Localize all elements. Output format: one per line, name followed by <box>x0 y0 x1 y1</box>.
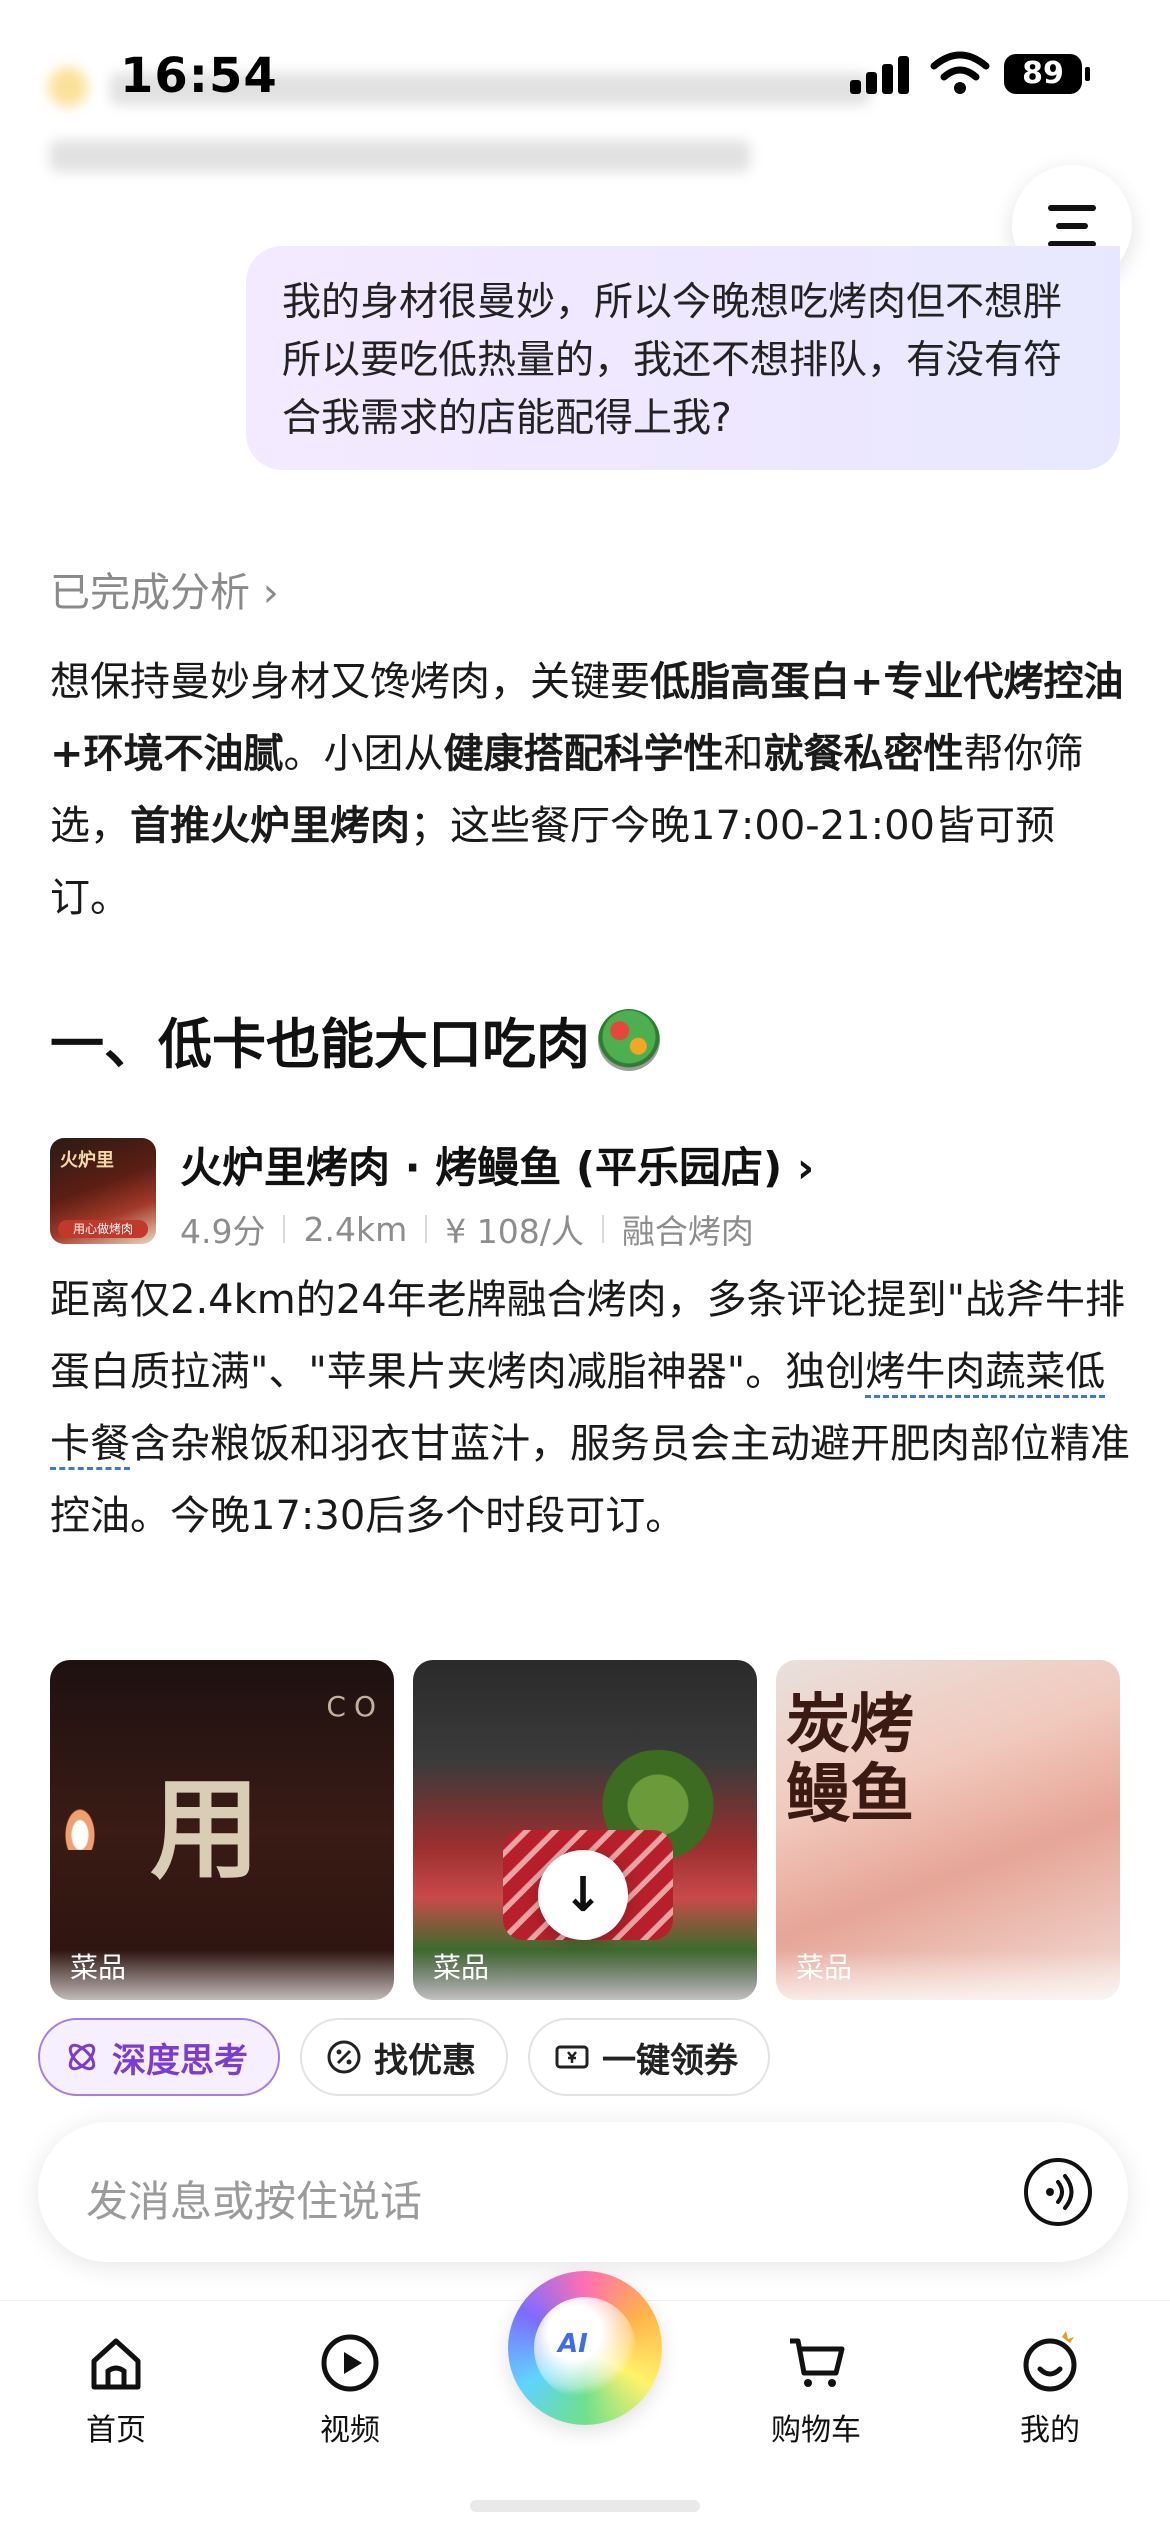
bottom-tab-bar: 首页 视频 AI 购物车 我的 <box>0 2271 1170 2532</box>
dish-photo[interactable]: 菜品 <box>413 1660 757 2000</box>
dish-photos: CO 用 菜品 菜品 炭烤鳗鱼 菜品 <box>50 1660 1120 2000</box>
battery-indicator: 89 <box>1004 54 1090 94</box>
salad-icon <box>598 1008 660 1071</box>
voice-icon <box>1046 2174 1074 2210</box>
shop-rating: 4.9分 <box>180 1212 266 1251</box>
cart-icon <box>790 2338 845 2387</box>
shop-name-link[interactable]: 火炉里烤肉 · 烤鳗鱼 (平乐园店) › <box>180 1134 814 1195</box>
tab-profile[interactable]: 我的 <box>980 2331 1120 2449</box>
voice-button[interactable] <box>1024 2158 1092 2226</box>
assistant-answer: 想保持曼妙身材又馋烤肉，关键要低脂高蛋白+专业代烤控油+环境不油腻。小团从健康搭… <box>50 659 1124 921</box>
input-placeholder: 发消息或按住说话 <box>86 2177 423 2226</box>
ai-assistant-button[interactable]: AI <box>508 2271 662 2425</box>
tab-home[interactable]: 首页 <box>46 2331 186 2449</box>
find-deal-chip[interactable]: 找优惠 <box>300 2018 508 2096</box>
content-fade <box>0 1950 1170 2020</box>
status-time: 16:54 <box>120 48 278 104</box>
tab-video[interactable]: 视频 <box>280 2331 420 2449</box>
section-title: 一、低卡也能大口吃肉 <box>50 1000 660 1079</box>
deep-think-chip[interactable]: 深度思考 <box>38 2018 280 2096</box>
discount-icon <box>327 2040 361 2074</box>
shop-price: ¥ 108/人 <box>445 1212 584 1251</box>
deep-think-icon <box>68 2043 96 2071</box>
menu-icon <box>1048 205 1096 211</box>
scroll-down-button[interactable]: ↓ <box>538 1850 628 1940</box>
status-bar: 16:54 89 <box>0 0 1170 150</box>
dish-photo[interactable]: CO 用 菜品 <box>50 1660 394 2000</box>
dish-photo[interactable]: 炭烤鳗鱼 菜品 <box>776 1660 1120 2000</box>
flame-icon <box>60 1800 100 1850</box>
cellular-signal-icon <box>850 54 912 94</box>
ai-assistant-icon: AI <box>558 2329 588 2359</box>
wifi-icon <box>930 51 990 94</box>
get-coupon-chip[interactable]: 一键领券 <box>528 2018 770 2096</box>
profile-icon <box>1023 2331 1077 2392</box>
home-indicator <box>470 2500 700 2512</box>
shop-description: 距离仅2.4km的24年老牌融合烤肉，多条评论提到"战斧牛排蛋白质拉满"、"苹果… <box>50 1277 1130 1539</box>
play-icon <box>321 2334 379 2392</box>
arrow-down-icon: ↓ <box>562 1867 604 1923</box>
shop-meta: 4.9分 2.4km ¥ 108/人 融合烤肉 <box>180 1205 754 1253</box>
message-input[interactable]: 发消息或按住说话 <box>38 2122 1128 2262</box>
coupon-icon <box>555 2045 589 2069</box>
user-message-bubble: 我的身材很曼妙，所以今晚想吃烤肉但不想胖所以要吃低热量的，我还不想排队，有没有符… <box>246 246 1120 470</box>
analysis-complete-link[interactable]: 已完成分析 › <box>50 560 279 618</box>
tab-cart[interactable]: 购物车 <box>746 2331 886 2449</box>
shop-logo[interactable]: 火炉里 用心做烤肉 <box>50 1138 156 1244</box>
shop-category: 融合烤肉 <box>621 1212 754 1251</box>
shop-distance: 2.4km <box>303 1209 408 1249</box>
home-icon <box>91 2338 141 2390</box>
